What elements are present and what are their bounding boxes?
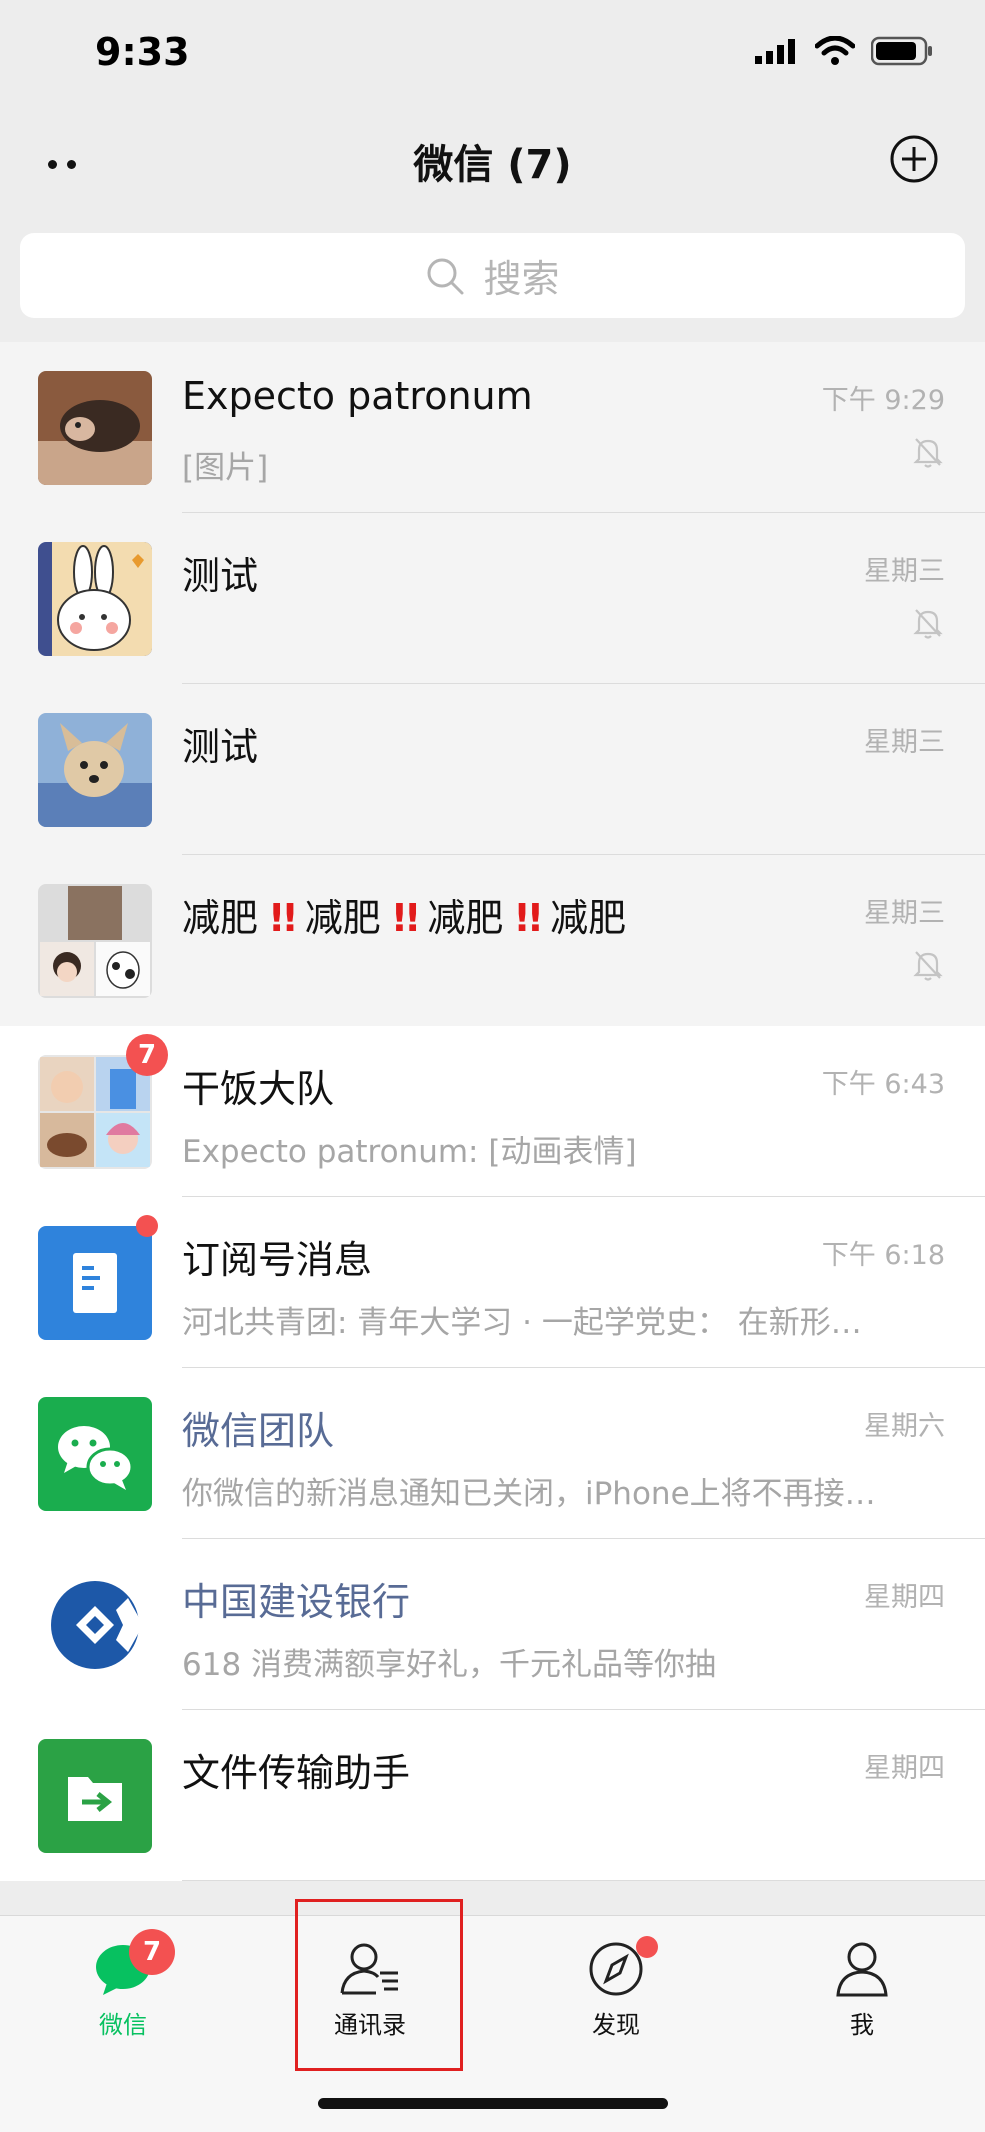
tab-label: 发现	[592, 2011, 640, 2039]
chat-row[interactable]: 减肥!! 减肥!! 减肥!! 减肥 星期三	[0, 855, 985, 1026]
muted-bell-icon	[913, 609, 943, 639]
tab-discover[interactable]: 发现	[536, 1936, 696, 2051]
search-placeholder: 搜索	[483, 257, 560, 301]
avatar-group-grid	[38, 884, 152, 998]
muted-bell-icon	[913, 438, 943, 468]
chat-preview: 618 消费满额享好礼，千元礼品等你抽	[182, 1647, 717, 1683]
chat-time: 星期四	[864, 1753, 945, 1784]
battery-icon	[871, 36, 932, 66]
tab-chats[interactable]: 7 微信	[43, 1929, 203, 2051]
chat-preview: [图片]	[182, 450, 269, 486]
person-icon	[836, 1942, 888, 1997]
chat-time: 星期三	[864, 556, 945, 587]
row-divider	[182, 1880, 985, 1881]
app-header: 微信 (7)	[0, 110, 985, 220]
unread-badge: 7	[126, 1034, 168, 1076]
chat-row[interactable]: 文件传输助手 星期四	[0, 1710, 985, 1881]
muted-bell-icon	[913, 951, 943, 981]
chat-row[interactable]: 订阅号消息 河北共青团: 青年大学习 · 一起学党史： 在新形… 下午 6:18	[0, 1197, 985, 1368]
tab-me[interactable]: 我	[782, 1941, 942, 2051]
status-time: 9:33	[95, 30, 190, 74]
chat-name: 测试	[182, 725, 259, 769]
chat-row[interactable]: 7 干饭大队 Expecto patronum: [动画表情] 下午 6:43	[0, 1026, 985, 1197]
chat-list: Expecto patronum [图片] 下午 9:29 测试 星期三 测试 …	[0, 342, 985, 1881]
file-transfer-icon	[38, 1739, 152, 1853]
avatar-bunny	[38, 542, 152, 656]
chat-name: 减肥!! 减肥!! 减肥!! 减肥	[182, 896, 627, 940]
chat-time: 星期三	[864, 727, 945, 758]
highlight-box	[295, 1899, 463, 2071]
tab-label: 微信	[99, 2011, 147, 2039]
chat-time: 星期六	[864, 1411, 945, 1442]
search-input[interactable]: 搜索	[20, 233, 965, 318]
unread-dot	[136, 1215, 158, 1237]
chat-preview: Expecto patronum: [动画表情]	[182, 1134, 637, 1170]
status-icons	[755, 36, 935, 66]
chat-row[interactable]: 微信团队 你微信的新消息通知已关闭，iPhone上将不再接… 星期六	[0, 1368, 985, 1539]
avatar-cat	[38, 371, 152, 485]
subscription-icon	[38, 1226, 152, 1340]
tab-label: 我	[850, 2011, 874, 2039]
cellular-signal-icon	[755, 39, 795, 64]
ccb-logo-icon	[38, 1568, 152, 1682]
search-icon	[427, 258, 464, 294]
chat-row[interactable]: 测试 星期三	[0, 684, 985, 855]
chat-row[interactable]: 中国建设银行 618 消费满额享好礼，千元礼品等你抽 星期四	[0, 1539, 985, 1710]
page-title: 微信 (7)	[413, 142, 572, 188]
chat-time: 下午 6:43	[821, 1069, 945, 1100]
chat-time: 下午 6:18	[821, 1240, 945, 1271]
tab-new-dot	[636, 1936, 658, 1958]
tab-unread-badge: 7	[129, 1929, 175, 1975]
chat-name: 订阅号消息	[182, 1238, 373, 1282]
chat-name: 干饭大队	[182, 1067, 335, 1111]
avatar-dog	[38, 713, 152, 827]
status-bar: 9:33	[0, 0, 985, 110]
chat-name: Expecto patronum	[182, 374, 533, 418]
chat-time: 星期三	[864, 898, 945, 929]
chat-name: 中国建设银行	[182, 1580, 411, 1624]
chat-time: 星期四	[864, 1582, 945, 1613]
home-indicator	[318, 2098, 668, 2109]
chat-time: 下午 9:29	[821, 385, 945, 416]
chat-preview: 河北共青团: 青年大学习 · 一起学党史： 在新形…	[182, 1305, 862, 1341]
chat-name: 文件传输助手	[182, 1751, 411, 1795]
wifi-icon	[815, 36, 855, 65]
chat-preview: 你微信的新消息通知已关闭，iPhone上将不再接…	[182, 1476, 876, 1512]
chat-name: 微信团队	[182, 1409, 335, 1453]
chat-row[interactable]: 测试 星期三	[0, 513, 985, 684]
wechat-team-icon	[38, 1397, 152, 1511]
chat-name: 测试	[182, 554, 259, 598]
chat-row[interactable]: Expecto patronum [图片] 下午 9:29	[0, 342, 985, 513]
add-plus-icon[interactable]	[889, 134, 939, 184]
